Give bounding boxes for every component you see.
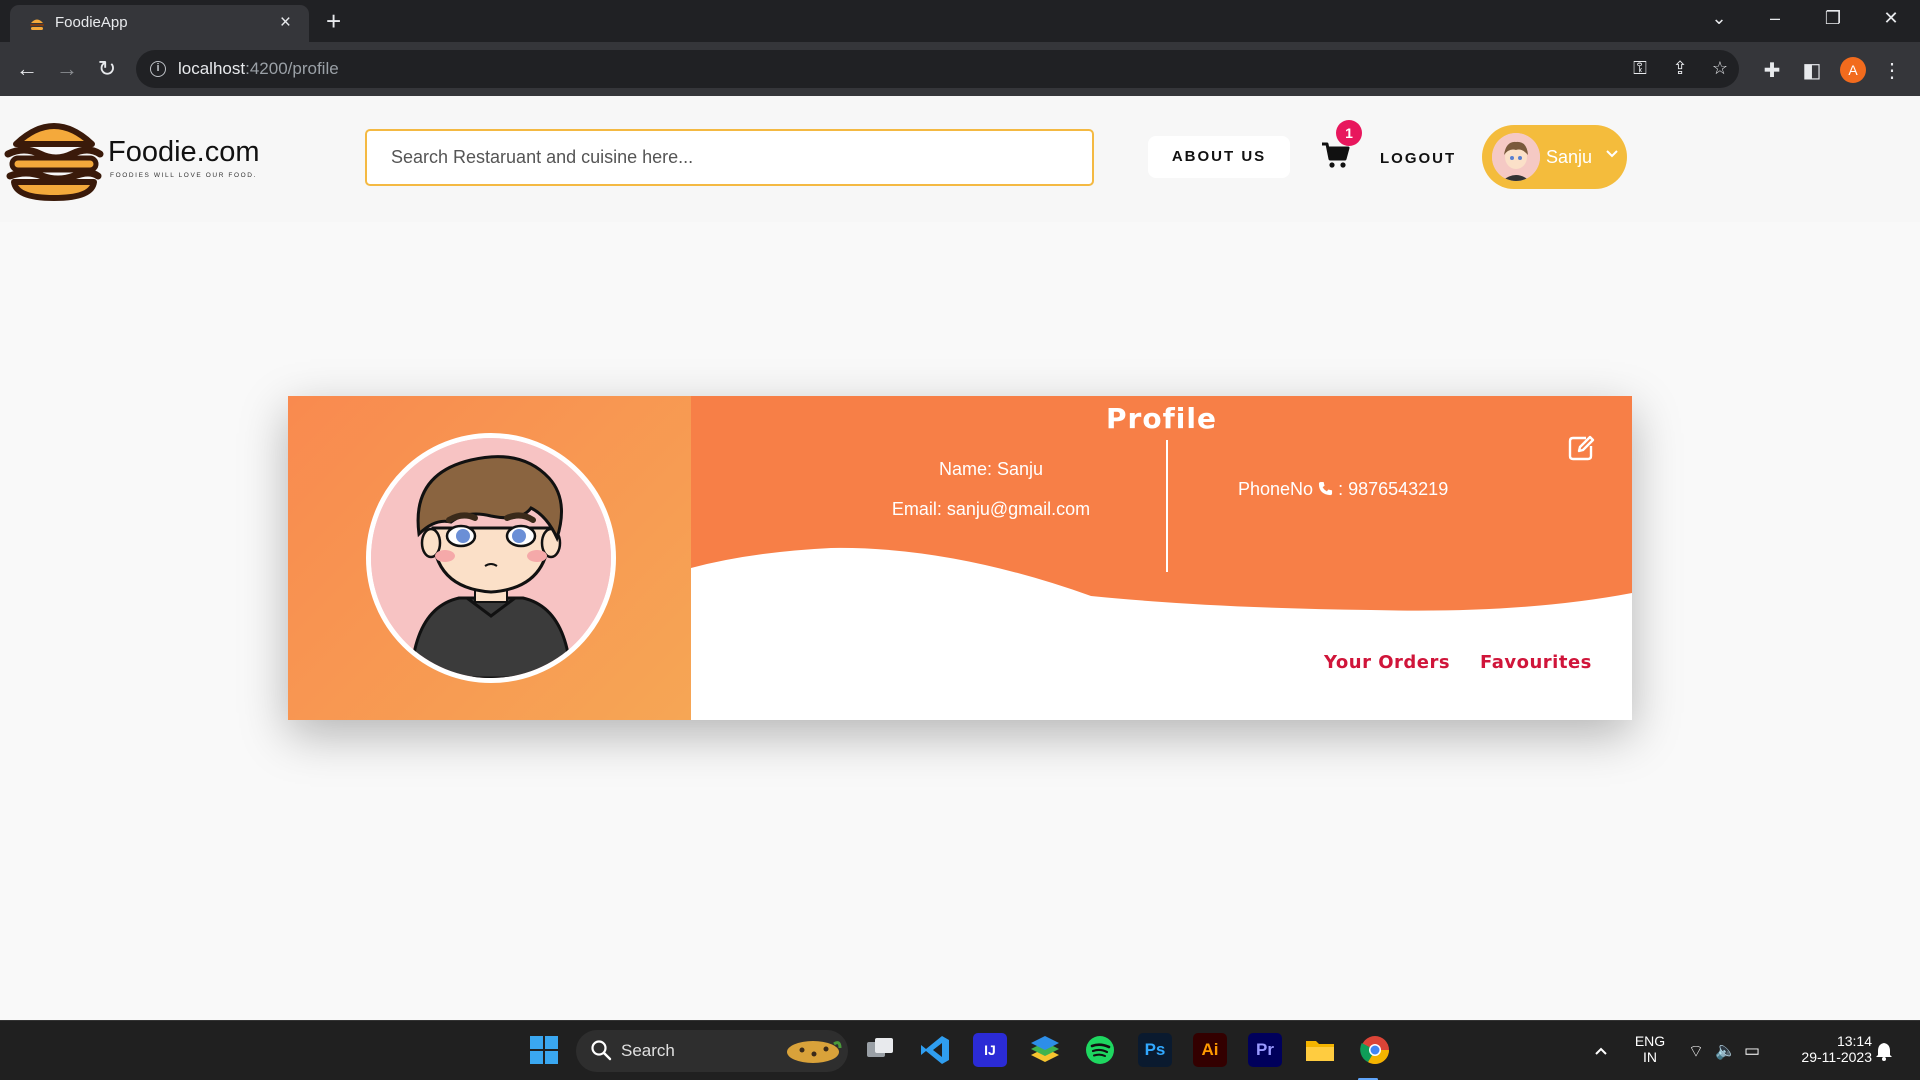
extensions-icon[interactable]: ✚ [1760,58,1784,83]
profile-avatar-illustration-icon [371,438,611,678]
tab-search-chevron-icon[interactable]: ⌄ [1707,8,1731,29]
url-text[interactable]: localhost:4200/profile [178,59,339,79]
profile-avatar-panel [288,396,691,720]
app-header: Foodie.com FOODIES WILL LOVE OUR FOOD. A… [0,96,1920,222]
foodie-logo-icon[interactable] [4,114,104,202]
profile-phone: PhoneNo : 9876543219 [1238,479,1448,500]
task-view-icon[interactable] [863,1033,897,1067]
volume-icon[interactable]: 🔈 [1715,1041,1736,1061]
spotify-icon[interactable] [1083,1033,1117,1067]
intellij-icon[interactable]: IJ [973,1033,1007,1067]
user-name: Sanju [1546,147,1593,167]
bookmark-star-icon[interactable]: ☆ [1708,58,1732,79]
browser-toolbar: ← → ↻ i localhost:4200/profile ⚿ ⇪ ☆ ✚ ◧… [0,42,1920,96]
phone-value: : 9876543219 [1338,479,1449,499]
brand-tagline: FOODIES WILL LOVE OUR FOOD. [110,172,257,179]
clock-date: 29-11-2023 [1801,1049,1872,1065]
browser-profile-avatar[interactable]: A [1840,57,1866,83]
file-explorer-icon[interactable] [1303,1033,1337,1067]
tab-your-orders[interactable]: Your Orders [1324,652,1450,673]
details-divider [1166,440,1168,572]
vscode-icon[interactable] [918,1033,952,1067]
photoshop-icon[interactable]: Ps [1138,1033,1172,1067]
windows-start-icon[interactable] [527,1033,561,1067]
profile-email: Email: sanju@gmail.com [891,499,1091,519]
search-icon [591,1040,612,1061]
password-key-icon[interactable]: ⚿ [1628,58,1652,79]
region-code: IN [1643,1049,1657,1065]
profile-avatar [366,433,616,683]
new-tab-icon[interactable]: + [326,6,341,37]
browser-tab[interactable]: FoodieApp × [10,5,309,42]
url-host: localhost [178,59,246,78]
profile-details-panel: Profile Name: Sanju Email: sanju@gmail.c… [691,396,1632,720]
chevron-down-icon [1606,150,1618,158]
phone-icon [1319,481,1333,496]
profile-name: Name: Sanju [938,459,1044,479]
taskbar-search[interactable]: Search [576,1030,848,1072]
back-icon[interactable]: ← [12,54,42,84]
share-icon[interactable]: ⇪ [1668,58,1692,79]
url-path: :4200/profile [245,59,339,78]
burger-favicon-icon [30,19,44,30]
language-indicator[interactable]: ENG IN [1628,1033,1672,1065]
clock-time: 13:14 [1836,1033,1872,1049]
brand-name[interactable]: Foodie.com [108,136,260,169]
browser-tabbar: FoodieApp × + ⌄ – ❐ ✕ [0,0,1920,42]
restore-icon[interactable]: ❐ [1821,8,1845,29]
address-bar[interactable]: i localhost:4200/profile ⚿ ⇪ ☆ [136,50,1739,88]
language-code: ENG [1634,1033,1666,1049]
illustrator-icon[interactable]: Ai [1193,1033,1227,1067]
taskbar-search-label: Search [621,1041,675,1060]
cart-count-badge: 1 [1336,120,1362,146]
logout-button[interactable]: LOGOUT [1380,150,1456,167]
tab-favourites[interactable]: Favourites [1480,652,1592,673]
bluestacks-icon[interactable] [1028,1033,1062,1067]
edit-profile-icon[interactable] [1567,434,1595,462]
chrome-icon[interactable] [1358,1033,1392,1067]
browser-menu-icon[interactable]: ⋮ [1880,58,1904,83]
about-us-button[interactable]: ABOUT US [1148,136,1290,178]
reload-icon[interactable]: ↻ [92,54,122,84]
wifi-icon[interactable]: ⌔ [1688,1041,1704,1062]
restaurant-search-input[interactable] [365,129,1094,186]
minimize-icon[interactable]: – [1763,8,1787,29]
user-menu-button[interactable]: Sanju [1482,125,1627,189]
premiere-icon[interactable]: Pr [1248,1033,1282,1067]
clock[interactable]: 13:14 29-11-2023 [1780,1033,1872,1065]
close-window-icon[interactable]: ✕ [1879,8,1903,29]
tray-overflow-chevron-icon[interactable] [1593,1043,1609,1059]
os-taskbar: Search IJ Ps Ai Pr ENG IN ⌔ � [0,1020,1920,1080]
search-highlight-icon [787,1041,842,1063]
side-panel-icon[interactable]: ◧ [1800,58,1824,83]
profile-title: Profile [1106,402,1217,435]
phone-label: PhoneNo [1238,479,1314,499]
user-avatar-icon [1492,133,1540,181]
tab-close-icon[interactable]: × [280,12,291,34]
notification-bell-icon[interactable] [1875,1041,1893,1061]
profile-card: Profile Name: Sanju Email: sanju@gmail.c… [288,396,1632,720]
forward-icon[interactable]: → [52,54,82,84]
battery-icon[interactable]: ▭ [1744,1041,1760,1061]
avatar [1492,133,1540,181]
tab-title: FoodieApp [55,14,128,31]
site-info-icon[interactable]: i [150,61,166,77]
